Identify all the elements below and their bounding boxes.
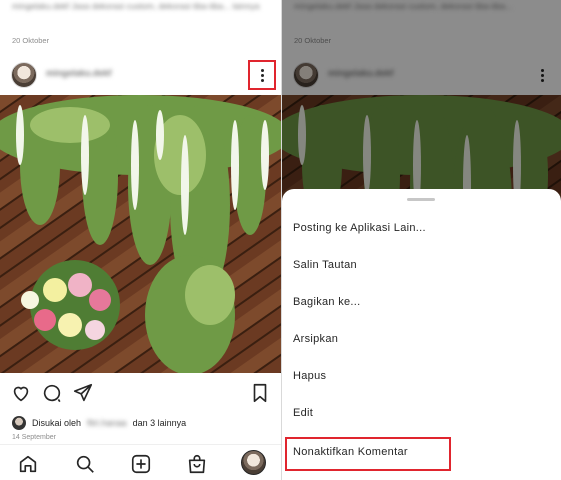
share-icon[interactable] — [72, 382, 94, 404]
bottom-navigation — [0, 444, 281, 480]
shop-icon[interactable] — [186, 453, 208, 475]
new-post-icon[interactable] — [130, 453, 152, 475]
menu-item-archive[interactable]: Arsipkan — [282, 320, 561, 357]
profile-avatar[interactable] — [241, 450, 266, 475]
menu-item-share-to[interactable]: Bagikan ke... — [282, 283, 561, 320]
home-icon[interactable] — [17, 453, 39, 475]
avatar[interactable] — [11, 62, 37, 88]
menu-item-delete[interactable]: Hapus — [282, 357, 561, 394]
menu-item-copy-link[interactable]: Salin Tautan — [282, 246, 561, 283]
more-vertical-icon — [260, 68, 264, 82]
heart-icon[interactable] — [10, 382, 32, 404]
post-username[interactable]: mingelaku.dekf — [46, 68, 112, 78]
more-options-button[interactable] — [248, 60, 276, 90]
options-screen: mingelaku.dekf Jasa dekorasi custom, dek… — [282, 0, 561, 480]
post-options-sheet: Posting ke Aplikasi Lain... Salin Tautan… — [282, 189, 561, 480]
liked-by[interactable]: Disukai oleh fitri.hanaa dan 3 lainnya — [12, 416, 186, 430]
previous-post-caption: mingelaku.dekf Jasa dekorasi custom, dek… — [12, 1, 260, 11]
liked-prefix: Disukai oleh — [32, 418, 82, 428]
previous-post-date: 20 Oktober — [12, 36, 50, 45]
liked-suffix: dan 3 lainnya — [132, 418, 187, 428]
post-header: mingelaku.dekf — [0, 58, 281, 92]
post-actions — [0, 378, 281, 408]
post-image[interactable] — [0, 95, 281, 373]
comment-icon[interactable] — [41, 382, 63, 404]
liked-name: fitri.hanaa — [87, 418, 127, 428]
post-screen: mingelaku.dekf Jasa dekorasi custom, dek… — [0, 0, 281, 480]
menu-item-post-to-other-apps[interactable]: Posting ke Aplikasi Lain... — [282, 209, 561, 246]
menu-item-turn-off-commenting[interactable]: Nonaktifkan Komentar — [282, 433, 561, 471]
bookmark-icon[interactable] — [249, 382, 271, 404]
post-date: 14 September — [12, 434, 56, 441]
sheet-grabber[interactable] — [407, 198, 435, 201]
liked-by-avatar — [12, 416, 26, 430]
menu-item-edit[interactable]: Edit — [282, 394, 561, 431]
search-icon[interactable] — [74, 453, 96, 475]
